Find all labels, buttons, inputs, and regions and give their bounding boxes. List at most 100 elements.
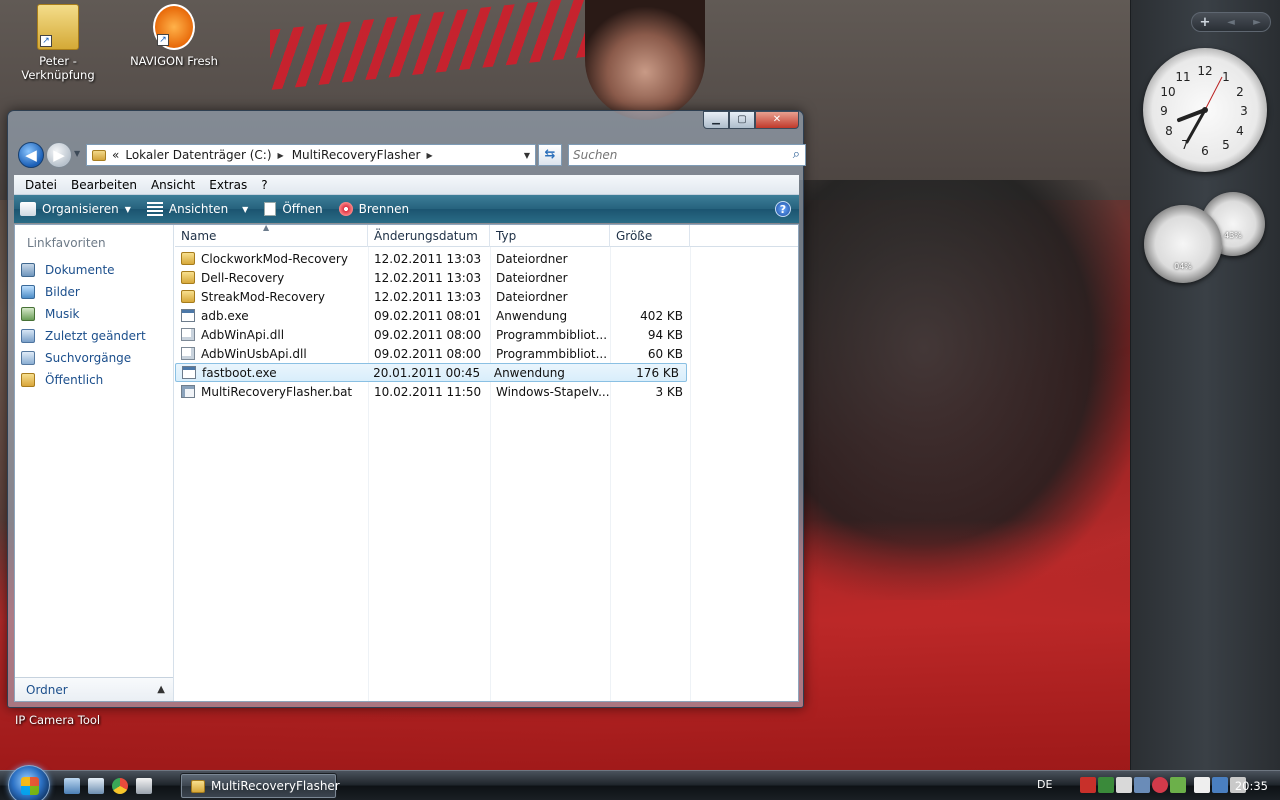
desktop-icon-navigon[interactable]: ↗ NAVIGON Fresh xyxy=(128,4,220,68)
views-button[interactable]: Ansichten ▼ xyxy=(146,202,249,216)
file-size: 60 KB xyxy=(647,346,683,361)
maximize-button[interactable]: ▢ xyxy=(729,111,755,129)
favorite-pictures[interactable]: Bilder xyxy=(21,281,146,303)
monitor-tray-icon[interactable] xyxy=(1134,777,1150,793)
system-tray xyxy=(1080,777,1248,793)
desktop-icon-peter[interactable]: ↗ Peter - Verknüpfung xyxy=(2,4,114,82)
desktop-icon-label: Peter - Verknüpfung xyxy=(21,54,95,82)
sidebar-prev-button[interactable]: ◄ xyxy=(1218,17,1244,28)
chevron-right-icon[interactable]: ▶ xyxy=(426,151,432,160)
dll-file-icon xyxy=(181,347,195,360)
open-button[interactable]: Öffnen xyxy=(264,202,323,216)
documents-icon xyxy=(21,263,35,277)
favorite-public[interactable]: Öffentlich xyxy=(21,369,146,391)
file-row[interactable]: adb.exe 09.02.2011 08:01 Anwendung 402 KB xyxy=(175,306,798,325)
start-button[interactable] xyxy=(8,765,50,800)
navigation-pane: Linkfavoriten Dokumente Bilder Musik Zul… xyxy=(15,225,174,701)
desktop-icon-ip-camera[interactable]: IP Camera Tool xyxy=(15,713,100,727)
network-tray-icon[interactable] xyxy=(1098,777,1114,793)
add-gadget-button[interactable]: + xyxy=(1192,15,1218,30)
sidebar-next-button[interactable]: ► xyxy=(1244,17,1270,28)
folders-toggle[interactable]: Ordner ▲ xyxy=(15,677,173,701)
clock-time[interactable]: 20:35 xyxy=(1235,779,1268,793)
show-desktop-icon[interactable] xyxy=(64,778,80,794)
column-header-size[interactable]: Größe xyxy=(610,225,690,247)
back-button[interactable]: ◀ xyxy=(18,142,44,168)
chevron-right-icon[interactable]: ▶ xyxy=(278,151,284,160)
file-name-cell: adb.exe xyxy=(175,309,368,323)
file-row[interactable]: AdbWinUsbApi.dll 09.02.2011 08:00 Programm… xyxy=(175,344,798,363)
cpu-meter-gadget[interactable]: 04% xyxy=(1144,205,1222,283)
file-row[interactable]: Dell-Recovery 12.02.2011 13:03 Dateiordner xyxy=(175,268,798,287)
desktop-icon-label: IP Camera Tool xyxy=(15,713,101,727)
svg-text:5: 5 xyxy=(1222,138,1230,152)
address-overflow[interactable]: « xyxy=(112,148,119,162)
burn-label: Brennen xyxy=(358,202,410,216)
address-bar[interactable]: « Lokaler Datenträger (C:) ▶ MultiRecove… xyxy=(86,144,536,166)
printer-icon[interactable] xyxy=(136,778,152,794)
views-icon xyxy=(146,202,163,216)
minimize-button[interactable]: ▁ xyxy=(703,111,729,129)
forward-button[interactable]: ▶ xyxy=(46,142,72,168)
file-name-cell: StreakMod-Recovery xyxy=(175,290,368,304)
file-list: ▲ Name Änderungsdatum Typ Größe Clockwor… xyxy=(175,223,798,701)
column-header-type[interactable]: Typ xyxy=(490,225,610,247)
folder-icon xyxy=(92,149,106,161)
search-icon[interactable]: ⌕ xyxy=(793,147,800,162)
organize-button[interactable]: Organisieren ▼ xyxy=(20,202,131,216)
folder-icon xyxy=(181,290,195,303)
file-row[interactable]: ClockworkMod-Recovery 12.02.2011 13:03 Dat… xyxy=(175,249,798,268)
search-box: ⌕ xyxy=(568,144,806,166)
file-name-cell: ClockworkMod-Recovery xyxy=(175,252,368,266)
safely-remove-tray-icon[interactable] xyxy=(1194,777,1210,793)
menu-bearbeiten[interactable]: Bearbeiten xyxy=(71,178,137,192)
search-input[interactable] xyxy=(569,145,779,165)
file-row[interactable]: AdbWinApi.dll 09.02.2011 08:00 Programmbib… xyxy=(175,325,798,344)
favorite-label: Öffentlich xyxy=(45,373,104,387)
column-header-name[interactable]: ▲ Name xyxy=(175,223,368,247)
help-icon[interactable]: ? xyxy=(775,201,791,217)
file-row[interactable]: fastboot.exe 20.01.2011 00:45 Anwendung 176… xyxy=(175,363,687,382)
file-row[interactable]: StreakMod-Recovery 12.02.2011 13:03 Dateio… xyxy=(175,287,798,306)
favorite-documents[interactable]: Dokumente xyxy=(21,259,146,281)
column-label: Änderungsdatum xyxy=(374,229,478,243)
menu-ansicht[interactable]: Ansicht xyxy=(151,178,195,192)
taskbar-button-label: MultiRecoveryFlasher xyxy=(211,779,340,793)
clock-gadget[interactable]: 12 1 2 345 678 9 10 11 xyxy=(1143,48,1267,172)
favorite-searches[interactable]: Suchvorgänge xyxy=(21,347,146,369)
svg-text:12: 12 xyxy=(1197,64,1212,78)
column-label: Größe xyxy=(616,229,653,243)
taskbar: MultiRecoveryFlasher DE 20:35 xyxy=(0,765,1280,800)
application-icon xyxy=(182,366,196,379)
file-row[interactable]: MultiRecoveryFlasher.bat 10.02.2011 11:50… xyxy=(175,382,798,401)
taskbar-button-explorer[interactable]: MultiRecoveryFlasher xyxy=(180,773,340,799)
svg-text:4: 4 xyxy=(1236,124,1244,138)
device-tray-icon[interactable] xyxy=(1116,777,1132,793)
opera-tray-icon[interactable] xyxy=(1152,777,1168,793)
recent-pages-dropdown[interactable]: ▼ xyxy=(74,149,80,158)
menu-extras[interactable]: Extras xyxy=(209,178,247,192)
public-folder-icon xyxy=(21,373,35,387)
favorite-music[interactable]: Musik xyxy=(21,303,146,325)
column-header-date[interactable]: Änderungsdatum xyxy=(368,225,490,247)
address-segment-folder[interactable]: MultiRecoveryFlasher xyxy=(292,148,421,162)
chevron-down-icon: ▼ xyxy=(242,204,249,214)
browser-icon[interactable] xyxy=(112,778,128,794)
file-name: fastboot.exe xyxy=(202,365,277,380)
menu-datei[interactable]: Datei xyxy=(25,178,57,192)
burn-button[interactable]: Brennen xyxy=(338,202,410,216)
connection-tray-icon[interactable] xyxy=(1212,777,1228,793)
language-indicator[interactable]: DE xyxy=(1037,778,1052,791)
update-tray-icon[interactable] xyxy=(1170,777,1186,793)
address-segment-drive[interactable]: Lokaler Datenträger (C:) xyxy=(125,148,271,162)
close-button[interactable]: ✕ xyxy=(755,111,799,129)
file-date: 20.01.2011 00:45 xyxy=(373,365,481,380)
antivirus-tray-icon[interactable] xyxy=(1080,777,1096,793)
switch-windows-icon[interactable] xyxy=(88,778,104,794)
favorite-recent[interactable]: Zuletzt geändert xyxy=(21,325,146,347)
application-icon xyxy=(181,309,195,322)
address-dropdown-icon[interactable]: ▼ xyxy=(519,151,535,160)
menu-help[interactable]: ? xyxy=(261,178,267,192)
refresh-button[interactable]: ⇆ xyxy=(538,144,562,166)
file-name-cell: fastboot.exe xyxy=(176,366,367,380)
